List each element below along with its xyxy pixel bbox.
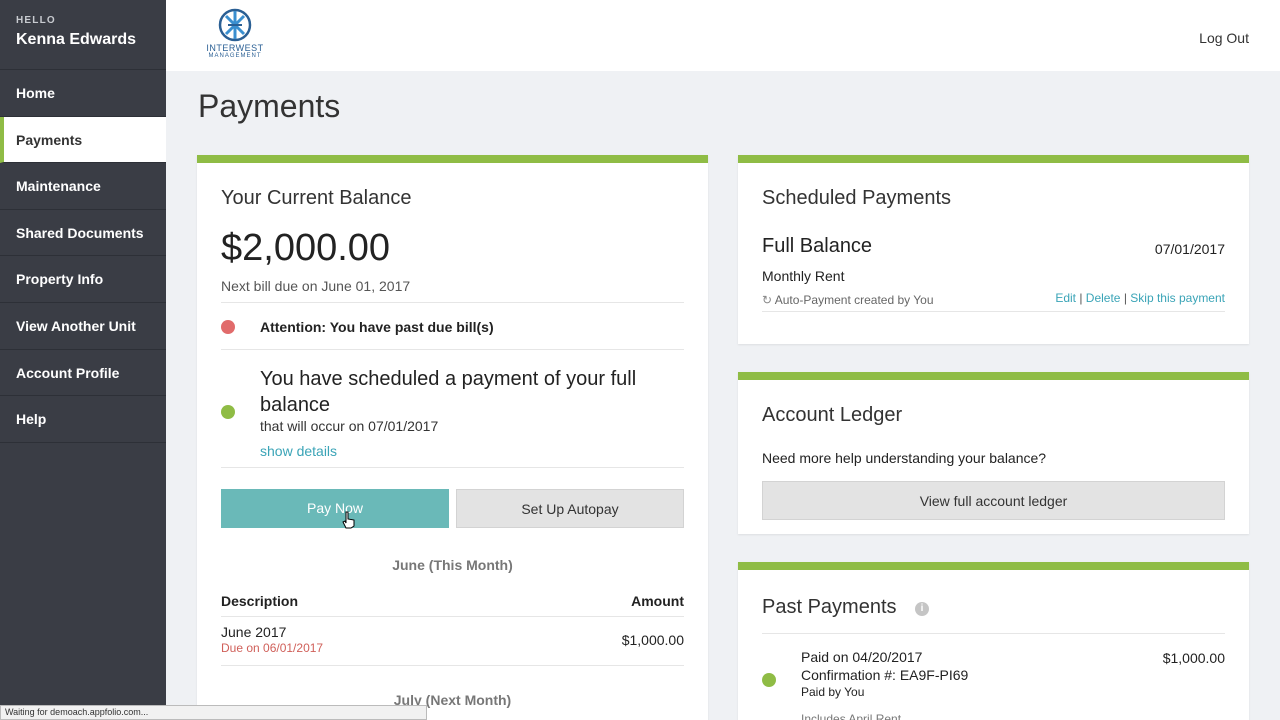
scheduled-payment-headline: You have scheduled a payment of your ful… (260, 368, 637, 416)
hello-label: HELLO (16, 15, 56, 26)
bill-row-due-date: Due on 06/01/2017 (221, 641, 324, 655)
show-details-link[interactable]: show details (260, 443, 337, 459)
scheduled-payments-card: Scheduled Payments Full Balance 07/01/20… (738, 155, 1249, 344)
divider (762, 311, 1225, 312)
sidebar-item-view-another-unit[interactable]: View Another Unit (0, 303, 166, 350)
past-payment-date: Paid on 04/20/2017 (801, 649, 923, 665)
sidebar-item-account-profile[interactable]: Account Profile (0, 350, 166, 397)
sidebar-item-payments[interactable]: Payments (0, 116, 166, 164)
delete-link[interactable]: Delete (1086, 291, 1121, 305)
ledger-card-title: Account Ledger (762, 404, 903, 426)
scheduled-payment-date: that will occur on 07/01/2017 (260, 418, 439, 434)
auto-payment-text: Auto-Payment created by You (774, 293, 934, 307)
browser-status-bar: Waiting for demoach.appfolio.com... (0, 705, 427, 720)
payment-status-icon (762, 673, 776, 687)
hand-cursor-icon (342, 511, 355, 529)
refresh-icon: ↻ (762, 293, 773, 307)
edit-link[interactable]: Edit (1055, 291, 1076, 305)
divider (221, 665, 684, 666)
past-due-alert-icon (221, 320, 235, 334)
col-description-header: Description (221, 593, 299, 609)
logout-link[interactable]: Log Out (1199, 30, 1249, 46)
view-ledger-button[interactable]: View full account ledger (762, 481, 1225, 520)
next-bill-due: Next bill due on June 01, 2017 (221, 278, 411, 294)
account-ledger-card: Account Ledger Need more help understand… (738, 372, 1249, 534)
past-card-title: Past Payments (762, 596, 897, 618)
past-payment-amount: $1,000.00 (1162, 650, 1225, 666)
bill-row-description: June 2017 (221, 624, 287, 640)
skip-payment-link[interactable]: Skip this payment (1130, 291, 1225, 305)
user-name: Kenna Edwards (16, 31, 137, 48)
sidebar-item-shared-documents[interactable]: Shared Documents (0, 210, 166, 257)
bill-row-amount: $1,000.00 (621, 632, 684, 648)
past-payment-confirmation: Confirmation #: EA9F-PI69 (801, 667, 969, 683)
this-month-label: June (This Month) (392, 557, 513, 573)
sidebar-item-help[interactable]: Help (0, 396, 166, 443)
pay-now-button[interactable]: Pay Now (221, 489, 449, 528)
sidebar-item-property-info[interactable]: Property Info (0, 256, 166, 303)
col-amount-header: Amount (631, 593, 684, 609)
divider (221, 616, 684, 617)
past-due-notice: Attention: You have past due bill(s) (260, 319, 494, 335)
logo-icon (218, 8, 252, 42)
divider (762, 633, 1225, 634)
page-title: Payments (198, 88, 341, 124)
scheduled-item-date: 07/01/2017 (1154, 241, 1225, 257)
logo-text-main: INTERWEST (206, 43, 264, 53)
balance-card-title: Your Current Balance (221, 187, 412, 209)
sidebar: HELLO Kenna Edwards Home Payments Mainte… (0, 0, 166, 720)
info-icon[interactable]: i (915, 602, 929, 616)
divider (221, 349, 684, 350)
logo-text-sub: MANAGEMENT (208, 53, 262, 59)
current-balance-card: Your Current Balance $2,000.00 Next bill… (197, 155, 708, 720)
top-header: INTERWEST MANAGEMENT Log Out (166, 0, 1280, 71)
ledger-help-text: Need more help understanding your balanc… (762, 450, 1047, 466)
scheduled-actions: Edit | Delete | Skip this payment (1055, 291, 1225, 305)
scheduled-card-title: Scheduled Payments (762, 187, 952, 209)
past-payments-card: Past Payments i Paid on 04/20/2017 Confi… (738, 562, 1249, 720)
auto-payment-note: ↻ Auto-Payment created by You (762, 293, 934, 307)
balance-amount: $2,000.00 (221, 227, 391, 269)
divider (221, 467, 684, 468)
company-logo[interactable]: INTERWEST MANAGEMENT (202, 8, 268, 59)
sidebar-item-maintenance[interactable]: Maintenance (0, 163, 166, 210)
past-payment-payer: Paid by You (801, 685, 865, 699)
divider (221, 302, 684, 303)
scheduled-item-subtitle: Monthly Rent (762, 268, 845, 284)
user-greeting: HELLO Kenna Edwards (0, 0, 166, 70)
past-payment-includes: Includes April Rent (801, 712, 902, 720)
scheduled-status-icon (221, 405, 235, 419)
scheduled-item-title: Full Balance (762, 235, 873, 257)
sidebar-item-home[interactable]: Home (0, 70, 166, 117)
setup-autopay-button[interactable]: Set Up Autopay (456, 489, 684, 528)
